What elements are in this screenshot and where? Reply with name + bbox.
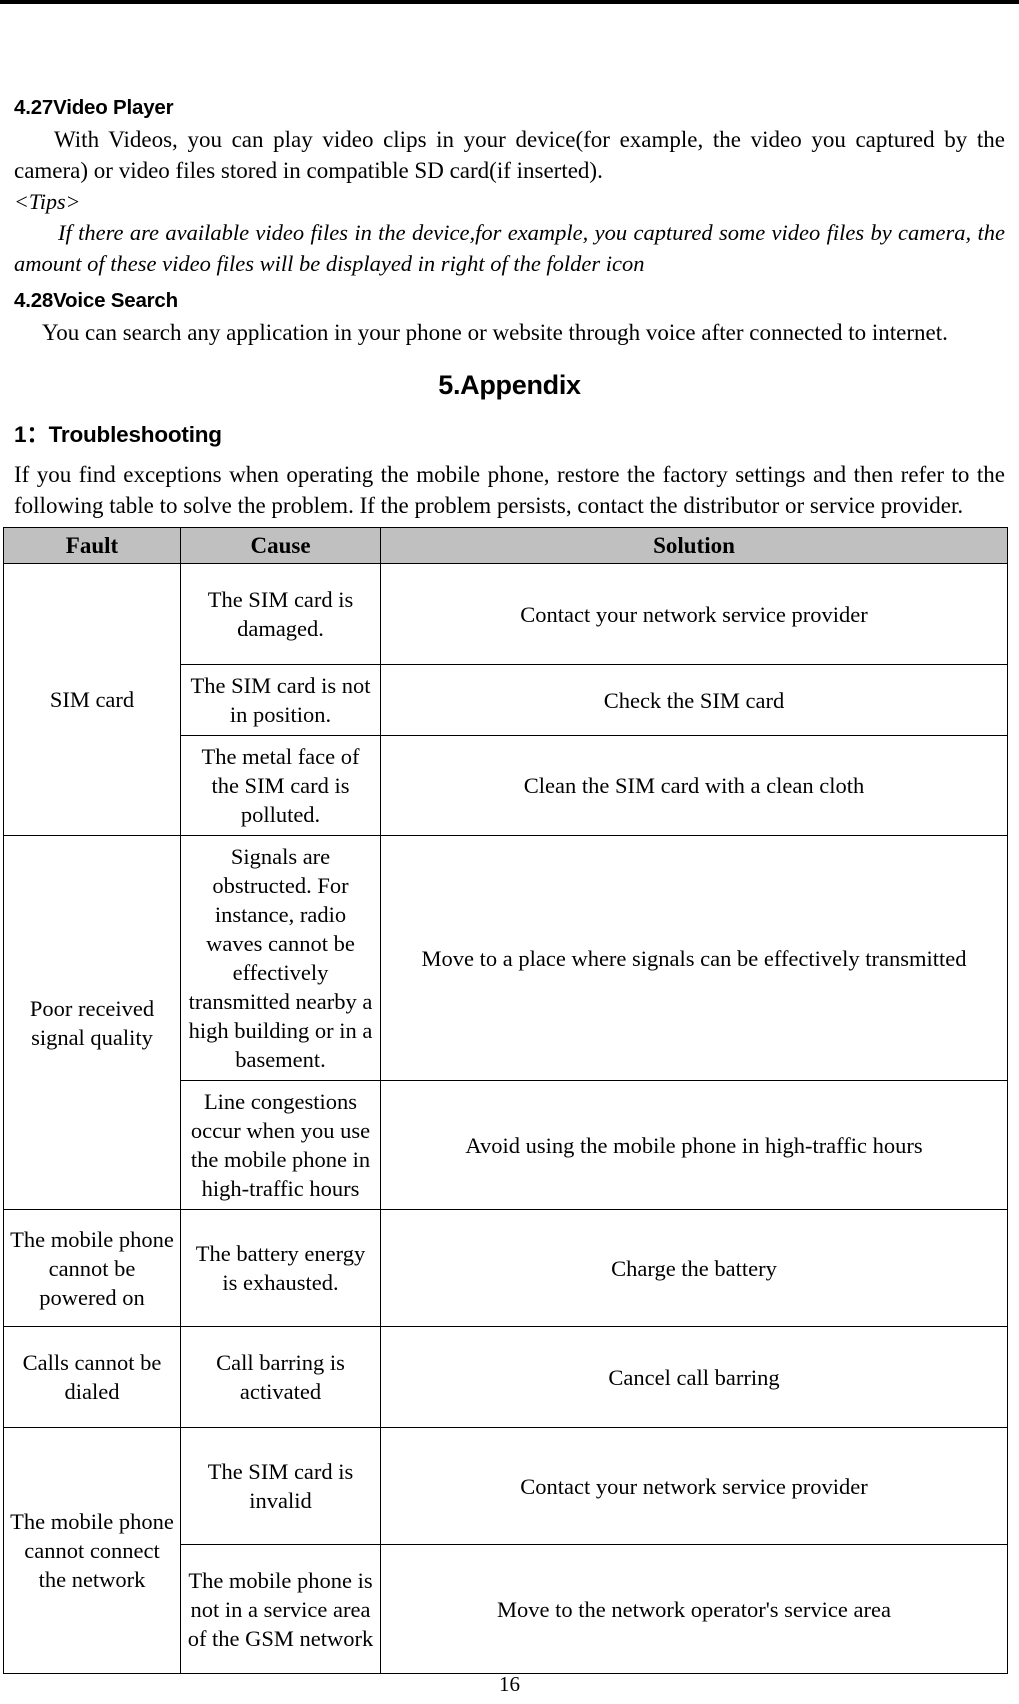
cell-fault-cannot-connect-network: The mobile phone cannot connect the netw… bbox=[3, 1427, 181, 1674]
cell-fault-sim-card: SIM card bbox=[3, 563, 181, 836]
column-header-cause: Cause bbox=[180, 527, 381, 564]
cell-fault-calls-not-dialed: Calls cannot be dialed bbox=[3, 1326, 181, 1428]
troubleshooting-heading: 1：Troubleshooting bbox=[14, 422, 222, 447]
table-row: The mobile phone cannot connect the netw… bbox=[3, 1427, 1008, 1674]
table-row: The mobile phone cannot be powered on Th… bbox=[3, 1209, 1008, 1327]
cell-cause-not-in-service-area: The mobile phone is not in a service are… bbox=[180, 1544, 381, 1674]
cell-fault-poor-signal: Poor received signal quality bbox=[3, 835, 181, 1210]
column-header-fault: Fault bbox=[3, 527, 181, 564]
document-page: 4.27Video Player With Videos, you can pl… bbox=[0, 0, 1019, 1704]
cell-cause-metal-face-polluted: The metal face of the SIM card is pollut… bbox=[180, 735, 381, 836]
section-paragraph-video-player: With Videos, you can play video clips in… bbox=[14, 127, 1005, 183]
cell-cause-line-congestion: Line congestions occur when you use the … bbox=[180, 1080, 381, 1210]
section-heading-video-player: 4.27Video Player bbox=[14, 96, 174, 119]
cell-solution-cancel-call-barring: Cancel call barring bbox=[380, 1326, 1008, 1428]
cell-solution-avoid-high-traffic: Avoid using the mobile phone in high-tra… bbox=[380, 1080, 1008, 1210]
cell-solution-clean-sim-card: Clean the SIM card with a clean cloth bbox=[380, 735, 1008, 836]
table-row: SIM card The SIM card is damaged. Contac… bbox=[3, 563, 1008, 836]
cell-solution-charge-battery: Charge the battery bbox=[380, 1209, 1008, 1327]
cell-solution-move-to-service-area: Move to the network operator's service a… bbox=[380, 1544, 1008, 1674]
cell-cause-sim-damaged: The SIM card is damaged. bbox=[180, 563, 381, 665]
table-header-row: Fault Cause Solution bbox=[3, 527, 1008, 564]
cell-cause-sim-not-in-position: The SIM card is not in position. bbox=[180, 664, 381, 736]
troubleshooting-intro: If you find exceptions when operating th… bbox=[14, 462, 1005, 518]
tips-label: <Tips> bbox=[14, 189, 81, 214]
page-number: 16 bbox=[499, 1672, 520, 1696]
cell-cause-call-barring: Call barring is activated bbox=[180, 1326, 381, 1428]
table-row: Poor received signal quality Signals are… bbox=[3, 835, 1008, 1210]
cell-solution-move-place: Move to a place where signals can be eff… bbox=[380, 835, 1008, 1081]
column-header-solution: Solution bbox=[380, 527, 1008, 564]
tips-body-text: If there are available video files in th… bbox=[14, 220, 1005, 276]
cell-cause-sim-invalid: The SIM card is invalid bbox=[180, 1427, 381, 1545]
section-heading-voice-search: 4.28Voice Search bbox=[14, 289, 178, 312]
appendix-title: 5.Appendix bbox=[438, 370, 581, 400]
troubleshooting-table: Fault Cause Solution SIM card The SIM ca… bbox=[3, 527, 1008, 1674]
table-row: Calls cannot be dialed Call barring is a… bbox=[3, 1326, 1008, 1428]
cell-cause-signals-obstructed: Signals are obstructed. For instance, ra… bbox=[180, 835, 381, 1081]
cell-solution-contact-provider-2: Contact your network service provider bbox=[380, 1427, 1008, 1545]
cell-fault-cannot-power-on: The mobile phone cannot be powered on bbox=[3, 1209, 181, 1327]
cell-cause-battery-exhausted: The battery energy is exhausted. bbox=[180, 1209, 381, 1327]
section-paragraph-voice-search: You can search any application in your p… bbox=[42, 320, 948, 345]
cell-solution-contact-provider: Contact your network service provider bbox=[380, 563, 1008, 665]
cell-solution-check-sim-card: Check the SIM card bbox=[380, 664, 1008, 736]
